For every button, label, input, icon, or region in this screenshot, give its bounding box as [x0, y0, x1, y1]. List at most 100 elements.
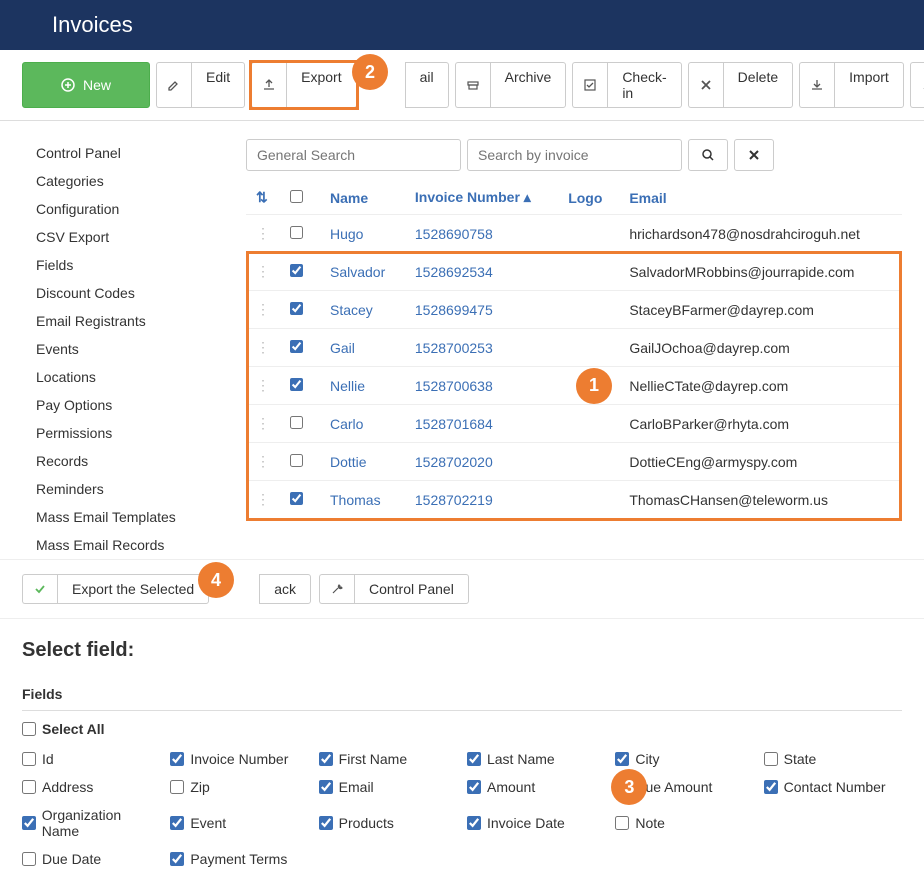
- field-checkbox[interactable]: [764, 780, 778, 794]
- drag-icon[interactable]: ⋮: [256, 491, 270, 507]
- sidebar-item-permissions[interactable]: Permissions: [36, 419, 216, 447]
- row-checkbox[interactable]: [290, 492, 303, 505]
- row-checkbox[interactable]: [290, 378, 303, 391]
- field-item[interactable]: Invoice Date: [467, 807, 605, 839]
- row-checkbox[interactable]: [290, 226, 303, 239]
- row-name[interactable]: Thomas: [320, 481, 405, 519]
- table-row[interactable]: ⋮Carlo1528701684CarloBParker@rhyta.com: [246, 405, 902, 443]
- row-invoice[interactable]: 1528702020: [405, 443, 558, 481]
- checkin-button[interactable]: Check-in: [572, 62, 681, 108]
- row-name[interactable]: Nellie: [320, 367, 405, 405]
- table-row[interactable]: ⋮Thomas1528702219ThomasCHansen@teleworm.…: [246, 481, 902, 519]
- col-name[interactable]: Name: [320, 181, 405, 215]
- row-checkbox[interactable]: [290, 264, 303, 277]
- row-invoice[interactable]: 1528690758: [405, 215, 558, 253]
- back-button[interactable]: ack: [259, 574, 311, 604]
- field-checkbox[interactable]: [319, 752, 333, 766]
- sidebar-item-control-panel[interactable]: Control Panel: [36, 139, 216, 167]
- sidebar-item-configuration[interactable]: Configuration: [36, 195, 216, 223]
- field-item[interactable]: Contact Number: [764, 779, 902, 795]
- drag-icon[interactable]: ⋮: [256, 377, 270, 393]
- field-item[interactable]: State: [764, 751, 902, 767]
- field-checkbox[interactable]: [467, 816, 481, 830]
- archive-button[interactable]: Archive: [455, 62, 567, 108]
- control-panel-button[interactable]: Control P: [910, 62, 924, 108]
- sort-icon[interactable]: ⇅: [256, 189, 268, 205]
- field-item[interactable]: Products: [319, 807, 457, 839]
- sidebar-item-pay-options[interactable]: Pay Options: [36, 391, 216, 419]
- general-search-input[interactable]: [246, 139, 461, 171]
- table-row[interactable]: ⋮Hugo1528690758hrichardson478@nosdrahcir…: [246, 215, 902, 253]
- select-all-fields-checkbox[interactable]: [22, 722, 36, 736]
- field-checkbox[interactable]: [319, 780, 333, 794]
- drag-icon[interactable]: ⋮: [256, 263, 270, 279]
- field-item[interactable]: City: [615, 751, 753, 767]
- field-item[interactable]: Event: [170, 807, 308, 839]
- row-checkbox[interactable]: [290, 340, 303, 353]
- row-checkbox[interactable]: [290, 302, 303, 315]
- row-name[interactable]: Dottie: [320, 443, 405, 481]
- export-selected-button[interactable]: Export the Selected: [22, 574, 209, 604]
- drag-icon[interactable]: ⋮: [256, 339, 270, 355]
- row-checkbox[interactable]: [290, 416, 303, 429]
- col-email[interactable]: Email: [619, 181, 902, 215]
- field-checkbox[interactable]: [170, 752, 184, 766]
- export-button[interactable]: Export: [251, 62, 356, 108]
- edit-button[interactable]: Edit: [156, 62, 245, 108]
- drag-icon[interactable]: ⋮: [256, 415, 270, 431]
- field-checkbox[interactable]: [170, 852, 184, 866]
- field-checkbox[interactable]: [22, 780, 36, 794]
- field-item[interactable]: Payment Terms: [170, 851, 308, 867]
- field-item[interactable]: Amount: [467, 779, 605, 795]
- sidebar-item-mass-email-records[interactable]: Mass Email Records: [36, 531, 216, 559]
- sidebar-item-fields[interactable]: Fields: [36, 251, 216, 279]
- field-item[interactable]: Email: [319, 779, 457, 795]
- field-item[interactable]: Due Date: [22, 851, 160, 867]
- field-checkbox[interactable]: [467, 752, 481, 766]
- row-name[interactable]: Hugo: [320, 215, 405, 253]
- field-checkbox[interactable]: [22, 752, 36, 766]
- drag-icon[interactable]: ⋮: [256, 225, 270, 241]
- field-item[interactable]: Zip: [170, 779, 308, 795]
- email-button[interactable]: ail: [405, 62, 449, 108]
- select-all-field[interactable]: Select All: [22, 721, 902, 737]
- table-row[interactable]: ⋮Gail1528700253GailJOchoa@dayrep.com: [246, 329, 902, 367]
- control-panel-button-2[interactable]: Control Panel: [319, 574, 469, 604]
- sidebar-item-locations[interactable]: Locations: [36, 363, 216, 391]
- field-checkbox[interactable]: [22, 816, 36, 830]
- drag-icon[interactable]: ⋮: [256, 453, 270, 469]
- field-checkbox[interactable]: [764, 752, 778, 766]
- field-item[interactable]: Invoice Number: [170, 751, 308, 767]
- drag-icon[interactable]: ⋮: [256, 301, 270, 317]
- field-item[interactable]: Organization Name: [22, 807, 160, 839]
- delete-button[interactable]: Delete: [688, 62, 793, 108]
- sidebar-item-reminders[interactable]: Reminders: [36, 475, 216, 503]
- field-checkbox[interactable]: [170, 780, 184, 794]
- sidebar-item-csv-export[interactable]: CSV Export: [36, 223, 216, 251]
- field-checkbox[interactable]: [170, 816, 184, 830]
- field-item[interactable]: First Name: [319, 751, 457, 767]
- row-name[interactable]: Carlo: [320, 405, 405, 443]
- row-invoice[interactable]: 1528700253: [405, 329, 558, 367]
- row-name[interactable]: Salvador: [320, 253, 405, 291]
- clear-search-button[interactable]: [734, 139, 774, 171]
- row-name[interactable]: Stacey: [320, 291, 405, 329]
- sidebar-item-discount-codes[interactable]: Discount Codes: [36, 279, 216, 307]
- sidebar-item-records[interactable]: Records: [36, 447, 216, 475]
- field-checkbox[interactable]: [467, 780, 481, 794]
- sidebar-item-email-registrants[interactable]: Email Registrants: [36, 307, 216, 335]
- row-checkbox[interactable]: [290, 454, 303, 467]
- sidebar-item-categories[interactable]: Categories: [36, 167, 216, 195]
- search-button[interactable]: [688, 139, 728, 171]
- new-button[interactable]: New: [22, 62, 150, 108]
- field-checkbox[interactable]: [319, 816, 333, 830]
- sidebar-item-events[interactable]: Events: [36, 335, 216, 363]
- field-checkbox[interactable]: [615, 752, 629, 766]
- row-invoice[interactable]: 1528702219: [405, 481, 558, 519]
- col-logo[interactable]: Logo: [558, 181, 619, 215]
- table-row[interactable]: ⋮Salvador1528692534SalvadorMRobbins@jour…: [246, 253, 902, 291]
- row-invoice[interactable]: 1528699475: [405, 291, 558, 329]
- table-row[interactable]: ⋮Nellie1528700638NellieCTate@dayrep.com: [246, 367, 902, 405]
- table-row[interactable]: ⋮Stacey1528699475StaceyBFarmer@dayrep.co…: [246, 291, 902, 329]
- import-button[interactable]: Import: [799, 62, 904, 108]
